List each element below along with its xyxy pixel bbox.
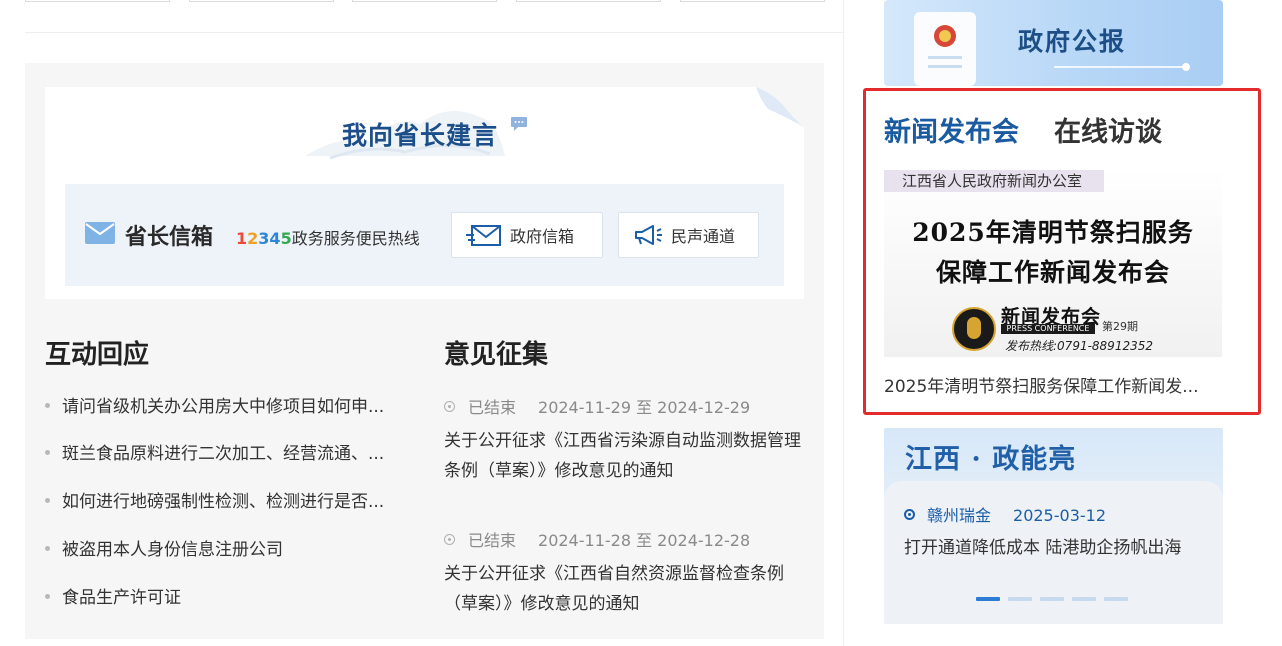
bullet-icon xyxy=(45,449,50,455)
top-divider xyxy=(25,32,843,33)
opinion-meta: 已结束 2024-11-28 至 2024-12-28 xyxy=(444,527,750,551)
pager-dot[interactable] xyxy=(1104,597,1128,601)
tab-press-conference[interactable]: 新闻发布会 xyxy=(884,110,1019,149)
status-icon xyxy=(444,534,455,545)
top-tab[interactable] xyxy=(680,0,825,2)
send-mail-icon xyxy=(466,225,501,246)
carousel-pager xyxy=(976,597,1128,601)
list-item-text: 斑兰食品原料进行二次加工、经营流通、... xyxy=(62,444,385,464)
energy-headline-link[interactable]: 打开通道降低成本 陆港助企扬帆出海 xyxy=(904,533,1181,558)
gov-mailbox-label: 政府信箱 xyxy=(510,227,575,246)
list-item[interactable]: 如何进行地磅强制性检测、检测进行是否... xyxy=(45,487,415,512)
hotline-digit: 5 xyxy=(280,229,292,248)
status-badge: 已结束 xyxy=(468,398,517,417)
image-pc-sub: PRESS CONFERENCE xyxy=(1001,324,1095,334)
microphone-logo-icon xyxy=(952,307,996,351)
gov-gazette-banner[interactable]: 政府公报 xyxy=(884,0,1223,86)
top-tab-strip xyxy=(25,0,825,4)
list-item-text: 被盗用本人身份信息注册公司 xyxy=(62,540,283,560)
gazette-decor-line xyxy=(1054,66,1184,68)
list-item[interactable]: 食品生产许可证 xyxy=(45,583,415,608)
opinion-meta: 已结束 2024-11-29 至 2024-12-29 xyxy=(444,394,750,418)
envelope-icon xyxy=(85,222,115,244)
bullet-icon xyxy=(45,545,50,551)
list-item-text: 如何进行地磅强制性检测、检测进行是否... xyxy=(62,492,385,512)
hotline-digit: 4 xyxy=(269,229,281,248)
pager-dot[interactable] xyxy=(1040,597,1064,601)
hotline-digit: 3 xyxy=(258,229,270,248)
radio-dot-icon xyxy=(904,509,915,520)
image-issue: 第29期 xyxy=(1102,320,1138,333)
status-icon xyxy=(444,401,455,412)
press-caption-link[interactable]: 2025年清明节祭扫服务保障工作新闻发... xyxy=(884,372,1218,397)
pager-dot[interactable] xyxy=(1072,597,1096,601)
responses-title[interactable]: 互动回应 xyxy=(45,334,149,371)
document-icon xyxy=(914,12,976,86)
megaphone-icon xyxy=(635,225,662,245)
energy-meta: 赣州瑞金 2025-03-12 xyxy=(904,502,1106,526)
opinions-title[interactable]: 意见征集 xyxy=(444,334,548,371)
list-item-text: 请问省级机关办公用房大中修项目如何申... xyxy=(62,397,385,417)
hotline-digit: 1 xyxy=(236,229,248,248)
list-item-text: 食品生产许可证 xyxy=(62,588,181,608)
opinion-link[interactable]: 关于公开征求《江西省自然资源监督检查条例（草案）》修改意见的通知 xyxy=(444,559,804,619)
public-voice-label: 民声通道 xyxy=(671,227,736,246)
press-conference-image[interactable]: 江西省人民政府新闻办公室 2025年清明节祭扫服务 保障工作新闻发布会 新闻发布… xyxy=(884,167,1222,357)
suggest-title[interactable]: 我向省长建言 xyxy=(0,116,840,152)
list-item[interactable]: 被盗用本人身份信息注册公司 xyxy=(45,535,415,560)
top-tab[interactable] xyxy=(25,0,170,2)
top-tab[interactable] xyxy=(516,0,661,2)
status-badge: 已结束 xyxy=(468,531,517,550)
image-headline-line1: 2025年清明节祭扫服务 xyxy=(912,218,1194,247)
pager-dot[interactable] xyxy=(1008,597,1032,601)
energy-date: 2025-03-12 xyxy=(1013,506,1106,525)
tab-online-interview[interactable]: 在线访谈 xyxy=(1054,110,1162,149)
list-item[interactable]: 请问省级机关办公用房大中修项目如何申... xyxy=(45,392,415,417)
national-emblem-icon xyxy=(928,25,962,68)
bullet-icon xyxy=(45,497,50,503)
hotline-12345[interactable]: 12345政务服务便民热线 xyxy=(236,225,420,249)
public-voice-button[interactable]: 民声通道 xyxy=(618,212,759,258)
chat-bubble-icon xyxy=(511,117,527,131)
top-tab[interactable] xyxy=(352,0,497,2)
date-range: 2024-11-29 至 2024-12-29 xyxy=(538,398,751,417)
gazette-decor-dot xyxy=(1182,63,1190,71)
image-headline-line2: 保障工作新闻发布会 xyxy=(935,258,1170,287)
image-hotline: 发布热线:0791-88912352 xyxy=(1005,339,1153,353)
bullet-icon xyxy=(45,402,50,408)
bullet-icon xyxy=(45,593,50,599)
gov-mailbox-button[interactable]: 政府信箱 xyxy=(451,212,603,258)
column-divider xyxy=(843,0,844,646)
date-range: 2024-11-28 至 2024-12-28 xyxy=(538,531,751,550)
gazette-title: 政府公报 xyxy=(1018,27,1127,56)
pager-dot[interactable] xyxy=(976,597,1000,601)
hotline-text: 政务服务便民热线 xyxy=(291,229,420,248)
top-tab[interactable] xyxy=(189,0,334,2)
hotline-digit: 2 xyxy=(247,229,259,248)
opinion-link[interactable]: 关于公开征求《江西省污染源自动监测数据管理条例（草案）》修改意见的通知 xyxy=(444,426,804,486)
image-org-label: 江西省人民政府新闻办公室 xyxy=(884,170,1104,192)
mailbox-label[interactable]: 省长信箱 xyxy=(125,219,213,251)
list-item[interactable]: 斑兰食品原料进行二次加工、经营流通、... xyxy=(45,439,415,464)
energy-source: 赣州瑞金 xyxy=(927,506,992,525)
energy-title[interactable]: 江西 · 政能亮 xyxy=(905,437,1076,476)
